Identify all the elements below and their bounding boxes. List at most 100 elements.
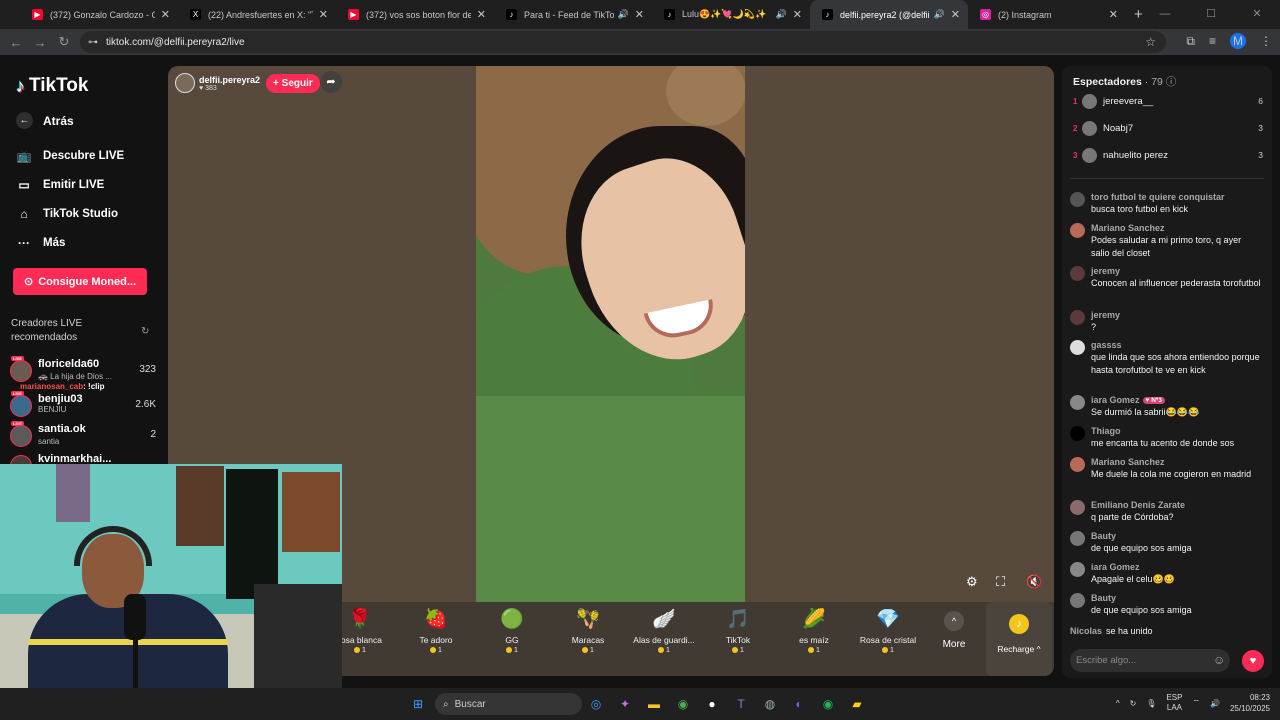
heart-like-button[interactable]: ♥ [1242, 650, 1264, 672]
gift-item[interactable]: 🍓 Te adoro 1 [396, 608, 476, 654]
fullscreen-icon[interactable]: ⛶ [996, 574, 1005, 590]
teams-icon[interactable]: T [731, 694, 751, 714]
chat-username[interactable]: Mariano Sanchez [1091, 223, 1165, 233]
discord-icon[interactable]: ◐ [789, 694, 809, 714]
windows-start-icon[interactable]: ⊞ [408, 694, 428, 714]
spotify-icon[interactable]: ◉ [818, 694, 838, 714]
avatar[interactable] [1070, 223, 1085, 238]
close-window-icon[interactable]: ✕ [1234, 0, 1280, 29]
extensions-icon[interactable]: ⧉ [1186, 34, 1195, 49]
chat-username[interactable]: Thiago [1091, 426, 1121, 436]
gift-item[interactable]: 🪇 Maracas 1 [548, 608, 628, 654]
creator-item[interactable]: LIVE santia.ok santia 2 [10, 421, 156, 453]
avatar[interactable] [1070, 266, 1085, 281]
close-tab-icon[interactable]: ✕ [951, 8, 960, 21]
browser-tab[interactable]: ♪ Lulu😍✨💘🌙💫✨ 🔊 ✕ [652, 0, 810, 29]
avatar[interactable] [1070, 500, 1085, 515]
live-video-frame[interactable] [476, 66, 745, 602]
mute-icon[interactable]: 🔇 [1026, 574, 1042, 590]
chat-username[interactable]: Mariano Sanchez [1091, 457, 1165, 467]
viewers-title[interactable]: Espectadores · 79 ⓘ [1073, 74, 1176, 89]
close-tab-icon[interactable]: ✕ [477, 8, 486, 21]
sidebar-item-discover-live[interactable]: 📺 Descubre LIVE [16, 149, 125, 163]
settings-icon[interactable]: ⚙ [966, 574, 978, 590]
top-viewer-row[interactable]: 2 Noabj7 3 [1073, 119, 1263, 137]
refresh-icon[interactable]: ↻ [141, 326, 149, 337]
host-name[interactable]: delfii.pereyra2 [199, 75, 260, 85]
gift-item[interactable]: 🪽 Alas de guardi... 1 [624, 608, 704, 654]
bookmark-star-icon[interactable]: ☆ [1145, 35, 1156, 49]
chat-username[interactable]: jeremy [1091, 310, 1120, 320]
back-arrow-icon[interactable]: ← [4, 35, 28, 50]
chat-username[interactable]: iara Gomez ♥ Nº3 [1091, 395, 1165, 405]
microphone-icon[interactable]: 🎙 [1146, 699, 1156, 708]
copilot-icon[interactable]: ✦ [615, 694, 635, 714]
chrome-menu-icon[interactable]: ⋮ [1260, 34, 1272, 48]
close-tab-icon[interactable]: ✕ [1109, 8, 1118, 21]
close-tab-icon[interactable]: ✕ [793, 8, 802, 21]
forward-arrow-icon[interactable]: → [28, 35, 52, 50]
chat-username[interactable]: Bauty [1091, 593, 1116, 603]
reading-list-icon[interactable]: ≡ [1209, 34, 1216, 48]
app-icon[interactable]: ● [702, 694, 722, 714]
emoji-icon[interactable]: ☺ [1213, 653, 1225, 667]
wifi-icon[interactable]: ⌔ [1192, 698, 1200, 708]
gift-item[interactable]: 💎 Rosa de cristal 1 [848, 608, 928, 654]
browser-tab[interactable]: ♪ Para ti - Feed de TikTok LIV 🔊 ✕ [494, 0, 652, 29]
sidebar-item-tiktok-studio[interactable]: ⌂ TikTok Studio [16, 207, 118, 221]
profile-avatar[interactable]: M [1230, 33, 1246, 49]
top-viewer-row[interactable]: 3 nahuelito perez 3 [1073, 146, 1263, 164]
recharge-button[interactable]: ♪ Recharge ^ [986, 602, 1052, 676]
close-tab-icon[interactable]: ✕ [319, 8, 328, 21]
sidebar-item-go-live[interactable]: ▭ Emitir LIVE [16, 178, 104, 192]
avatar[interactable] [1070, 457, 1085, 472]
app-icon[interactable]: ▰ [847, 694, 867, 714]
file-explorer-icon[interactable]: ▬ [644, 694, 664, 714]
steam-icon[interactable]: ◍ [760, 694, 780, 714]
language-indicator[interactable]: ESP LAA [1166, 693, 1182, 713]
back-button[interactable]: ← Atrás [16, 112, 74, 129]
join-user[interactable]: Nicolas [1070, 626, 1102, 636]
gift-item[interactable]: 🟢 GG 1 [472, 608, 552, 654]
gift-item[interactable]: 🎵 TikTok 1 [698, 608, 778, 654]
more-gifts-button[interactable]: ^ More [938, 608, 970, 650]
avatar[interactable] [1070, 395, 1085, 410]
chevron-up-icon[interactable]: ^ [1116, 699, 1120, 708]
top-viewer-row[interactable]: 1 jereevera__ 6 [1073, 92, 1263, 110]
tiktok-logo[interactable]: ♪ TikTok [16, 75, 88, 97]
address-bar[interactable]: ⊶ tiktok.com/@delfii.pereyra2/live ☆ [80, 31, 1166, 53]
browser-tab[interactable]: ▶ (372) Gonzalo Cardozo - CANAL ✕ [20, 0, 178, 29]
creator-item[interactable]: LIVE benjiu03 BENJIU 2.6K [10, 391, 156, 423]
speaker-icon[interactable]: 🔊 [934, 9, 945, 20]
get-coins-button[interactable]: ⊙ Consigue Moned... [13, 268, 147, 295]
avatar[interactable] [1070, 340, 1085, 355]
follow-button[interactable]: + Seguir [266, 73, 320, 93]
gift-item[interactable]: 🌽 es maíz 1 [774, 608, 854, 654]
minimize-icon[interactable]: — [1142, 0, 1188, 29]
reload-icon[interactable]: ↻ [52, 34, 76, 50]
browser-tab[interactable]: ♪ delfii.pereyra2 (@delfii.pere 🔊 ✕ [810, 0, 968, 29]
speaker-icon[interactable]: 🔊 [618, 9, 629, 20]
chat-username[interactable]: iara Gomez [1091, 562, 1140, 572]
volume-icon[interactable]: 🔊 [1210, 699, 1220, 708]
maximize-icon[interactable]: ☐ [1188, 0, 1234, 29]
taskbar-search[interactable]: ⌕ Buscar [435, 693, 582, 715]
chat-username[interactable]: jeremy [1091, 266, 1120, 276]
speaker-icon[interactable]: 🔊 [776, 9, 787, 20]
sidebar-item-more[interactable]: ··· Más [16, 236, 65, 250]
avatar[interactable] [1070, 593, 1085, 608]
browser-tab[interactable]: X (22) Andresfuertes en X: "TORTU ✕ [178, 0, 336, 29]
avatar[interactable] [1070, 310, 1085, 325]
host-avatar[interactable] [175, 73, 195, 93]
edge-icon[interactable]: ◎ [586, 694, 606, 714]
help-icon[interactable]: ⓘ [1166, 76, 1177, 88]
avatar[interactable] [1070, 531, 1085, 546]
close-tab-icon[interactable]: ✕ [161, 8, 170, 21]
browser-tab[interactable]: ◎ (2) Instagram ✕ [968, 0, 1126, 29]
chat-input[interactable]: Escribe algo... [1070, 649, 1230, 672]
clock[interactable]: 08:23 25/10/2025 [1230, 692, 1270, 714]
sync-icon[interactable]: ↻ [1130, 699, 1137, 708]
avatar[interactable] [1070, 192, 1085, 207]
share-icon[interactable]: ➦ [320, 71, 342, 93]
chat-username[interactable]: toro futbol te quiere conquistar [1091, 192, 1225, 202]
